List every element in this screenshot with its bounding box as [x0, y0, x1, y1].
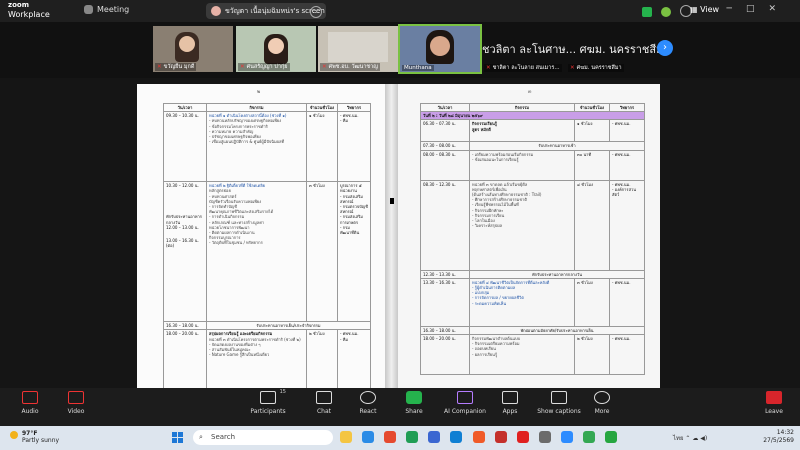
table-row: 09.30 – 10.30 น. หน่วยที่ ๑ ดำเนินโคงต่า…: [163, 111, 371, 183]
muted-mic-icon: ✕: [157, 64, 162, 70]
clock[interactable]: 14:32 27/5/2569: [760, 429, 794, 445]
document-page-right: ๓ วัน/เวลา กิจกรรม จำนวนชั่วโมง วิทยากร …: [398, 84, 660, 388]
meeting-tab[interactable]: Meeting: [84, 5, 129, 14]
document-page-left: ๒ วัน/เวลา กิจกรรม จำนวนชั่วโมง วิทยากร …: [137, 84, 385, 388]
mouse-cursor-icon: [390, 198, 394, 204]
app-icon[interactable]: [516, 431, 529, 443]
table-row: 12.30 – 13.30 น. พักรับประทานอาหารกลางวั…: [420, 269, 645, 279]
window-controls[interactable]: ─□✕: [727, 4, 790, 14]
meeting-toolbar: Audio Video 15 Participants Chat React Sh…: [0, 388, 800, 426]
view-button[interactable]: ▦ View: [690, 5, 719, 14]
app-icon[interactable]: [384, 431, 397, 443]
page-number: ๒: [257, 89, 261, 95]
app-icon[interactable]: [605, 431, 618, 443]
windows-start-icon[interactable]: [172, 432, 183, 443]
captions-icon: [551, 391, 567, 404]
chat-bubble-icon: [316, 391, 332, 404]
app-icon[interactable]: [450, 431, 463, 443]
sun-icon: [10, 431, 18, 439]
shared-screen: ๒ วัน/เวลา กิจกรรม จำนวนชั่วโมง วิทยากร …: [0, 78, 800, 388]
table-row: 16.30 – 18.00 น. พักผ่อนตามอัธยาศัย/รับป…: [420, 325, 645, 336]
security-shield-icon[interactable]: [642, 7, 653, 17]
pinned-apps: [340, 431, 622, 450]
table-row: 13.30 – 16.30 น. หน่วยที่ ๔ พัฒนาชีวิตเป…: [420, 277, 645, 327]
table-row: 08.30 – 12.30 น. หน่วยที่ ๓ ขาดลด แล้วเร…: [420, 179, 645, 271]
screen-share-indicator[interactable]: ขวัญตา เนื้อนุ่มฉิมหน่ร's screen …: [206, 3, 326, 19]
meeting-icon: [84, 5, 93, 14]
camera-off-icon: [68, 391, 84, 404]
os-taskbar: 97°F Partly sunny ⌕ Search ไทย ⌃ ☁ ◀) 14:3…: [0, 426, 800, 450]
app-icon[interactable]: [362, 431, 375, 443]
page-gutter: [385, 84, 398, 388]
schedule-table-right: วัน/เวลา กิจกรรม จำนวนชั่วโมง วิทยากร วั…: [420, 102, 645, 376]
app-icon[interactable]: [340, 431, 352, 443]
muted-mic-icon: ✕: [240, 64, 245, 70]
avatar: [211, 6, 221, 16]
day-header: วันที่ ๒ : วันที่ ๒๘ มิถุนายน ๒๕๖๙: [420, 111, 645, 121]
featured-participant-name: ชวลิตา ละโนศาษ... ศฆม. นครราชสีมา: [482, 43, 670, 56]
more-dots-icon: [594, 391, 610, 404]
video-button[interactable]: Video: [48, 391, 104, 415]
muted-mic-icon: ✕: [486, 65, 491, 71]
weather-widget[interactable]: 97°F Partly sunny: [10, 430, 59, 444]
muted-mic-icon: ✕: [570, 65, 575, 71]
table-row: 06.30 – 07.30 น. กิจกรรมเรียนรู้ สูตร หม…: [420, 119, 645, 143]
app-icon[interactable]: [406, 431, 419, 443]
more-button[interactable]: More: [574, 391, 630, 415]
page-number: ๓: [528, 89, 532, 95]
active-speaker-tile[interactable]: Munthana: [398, 24, 482, 74]
participant-tile[interactable]: ✕ ขวัญยืน มุกดี: [153, 26, 233, 72]
search-input[interactable]: ⌕ Search: [193, 430, 333, 445]
participants-button[interactable]: 15 Participants: [238, 389, 298, 415]
share-arrow-icon: [406, 391, 422, 404]
participant-label: ✕ ชาลิตา ละโนลาย สนเมาร...: [484, 64, 562, 72]
participant-tile[interactable]: ✕ ศพช.อบ. วัฒนาชาญ: [318, 26, 398, 72]
leave-button[interactable]: Leave: [746, 391, 800, 415]
table-row: 18.00 – 20.00 น. สรุปผลการเรียนรู้ และเต…: [163, 329, 371, 388]
system-tray[interactable]: ไทย ⌃ ☁ ◀): [673, 433, 707, 443]
table-row: 07.30 – 08.00 น. รับประทานอาหารเช้า: [420, 141, 645, 151]
search-icon: ⌕: [199, 433, 203, 441]
encryption-icon[interactable]: [661, 7, 672, 17]
microphone-muted-icon: [22, 391, 38, 404]
status-icons: [636, 5, 692, 20]
table-row: 18.00 – 20.00 น. กิจกรรมพัฒนาตำบลต้นแบบ …: [420, 334, 645, 376]
schedule-table-left: วัน/เวลา กิจกรรม จำนวนชั่วโมง วิทยากร 09…: [163, 102, 371, 388]
exit-icon: [766, 391, 782, 404]
sparkle-icon: [457, 391, 473, 404]
app-icon[interactable]: [428, 431, 441, 443]
title-bar: zoom Workplace Meeting ขวัญตา เนื้อนุ่มฉิ…: [0, 0, 800, 22]
people-icon: [260, 391, 276, 404]
more-options-icon[interactable]: …: [310, 6, 322, 18]
gallery-strip: ✕ ขวัญยืน มุกดี ✕ ศนสรัญญา บ่ากุ่ย ✕ ศพช.อบ…: [0, 22, 800, 78]
grid-icon: ▦: [690, 5, 701, 14]
app-icon[interactable]: [560, 431, 573, 443]
participant-tile[interactable]: ✕ ศนสรัญญา บ่ากุ่ย: [236, 26, 316, 72]
participant-label: ✕ ศฆม. นครราชสีมา: [568, 64, 624, 72]
next-page-button[interactable]: ›: [657, 40, 673, 56]
chevron-right-icon: ›: [663, 42, 667, 53]
muted-mic-icon: ✕: [322, 64, 327, 70]
table-row: 08.00 – 08.30 น. - เตรียมความพร้อมก่อนเร…: [420, 149, 645, 181]
app-icon[interactable]: [538, 431, 551, 443]
app-icon[interactable]: [583, 431, 596, 443]
app-icon[interactable]: [472, 431, 485, 443]
app-icon[interactable]: [494, 431, 507, 443]
table-row: 16.30 – 18.00 น. รับประทานอาหารเย็น/ประจ…: [163, 321, 371, 331]
zoom-logo: zoom Workplace: [8, 1, 50, 19]
apps-grid-icon: [502, 391, 518, 404]
heart-icon: [360, 391, 376, 404]
table-row: 10.30 – 12.00 น. พักรับประทานอาหารกลางวั…: [163, 181, 371, 323]
